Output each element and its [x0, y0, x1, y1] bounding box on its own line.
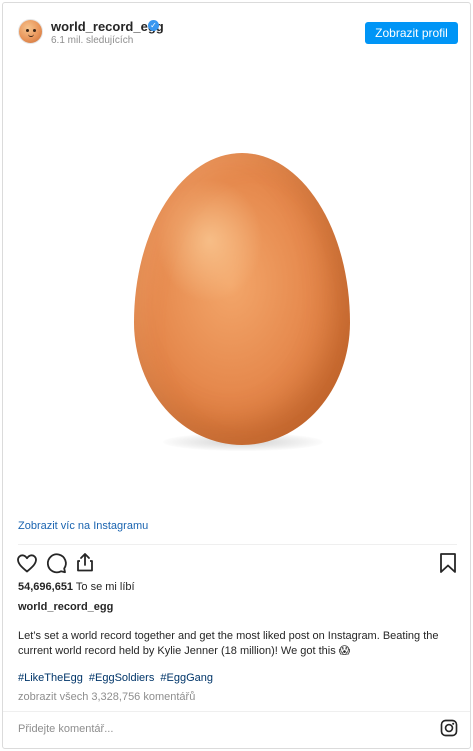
view-all-comments-link[interactable]: zobrazit všech 3,328,756 komentářů — [18, 691, 195, 703]
view-more-on-instagram-link[interactable]: Zobrazit víc na Instagramu — [18, 520, 148, 532]
post-header: world_record_egg ✓ 6.1 mil. sledujících … — [3, 3, 470, 61]
follower-count: 6.1 mil. sledujících — [51, 35, 134, 46]
comment-input[interactable] — [18, 718, 418, 740]
comment-icon[interactable] — [44, 551, 68, 575]
caption-text: Let’s set a world record together and ge… — [18, 630, 439, 657]
avatar-mouth — [28, 34, 34, 37]
avatar-eye — [26, 29, 29, 32]
divider — [18, 544, 457, 545]
instagram-icon[interactable] — [440, 719, 458, 737]
like-count-number: 54,696,651 — [18, 581, 74, 593]
egg-photo — [134, 153, 350, 445]
verified-badge-icon: ✓ — [148, 20, 159, 31]
username[interactable]: world_record_egg — [51, 19, 164, 34]
instagram-embed-card: world_record_egg ✓ 6.1 mil. sledujících … — [2, 2, 471, 749]
share-icon[interactable] — [73, 550, 97, 574]
hashtag-link[interactable]: #LikeTheEgg — [18, 672, 83, 684]
heart-icon[interactable] — [15, 551, 39, 575]
view-profile-button[interactable]: Zobrazit profil — [365, 22, 458, 44]
hashtag-link[interactable]: #EggSoldiers — [89, 672, 154, 684]
like-count-label: To se mi líbí — [75, 581, 135, 593]
caption-author[interactable]: world_record_egg — [18, 601, 113, 613]
avatar-eye — [33, 29, 36, 32]
divider — [3, 711, 470, 712]
bookmark-icon[interactable] — [436, 551, 460, 575]
hashtag-link[interactable]: #EggGang — [160, 672, 213, 684]
hashtags: #LikeTheEgg #EggSoldiers #EggGang — [18, 672, 216, 684]
like-count[interactable]: 54,696,651 To se mi líbí — [18, 581, 135, 593]
post-image[interactable] — [3, 61, 470, 501]
avatar[interactable] — [18, 19, 43, 44]
